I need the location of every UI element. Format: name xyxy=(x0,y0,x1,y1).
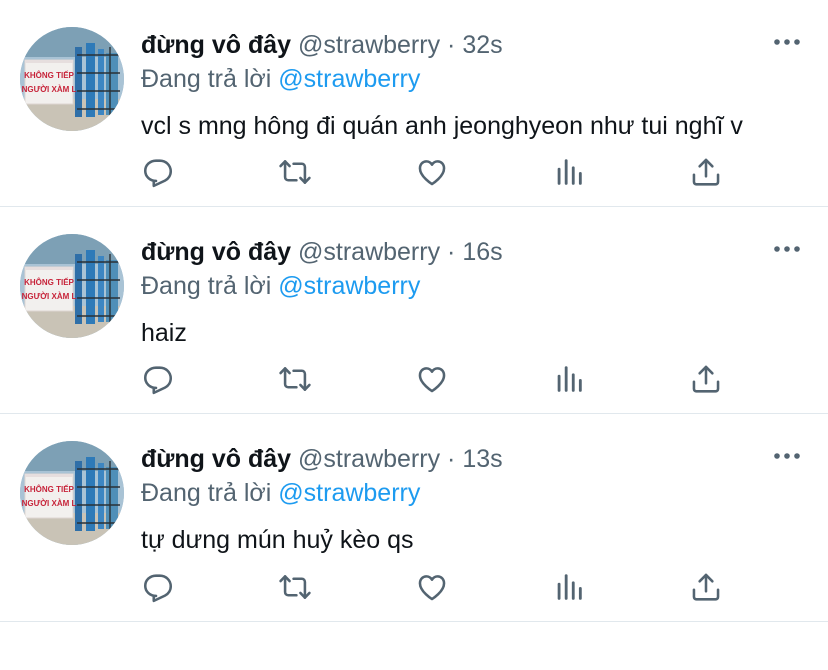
display-name[interactable]: đừng vô đây xyxy=(141,31,291,59)
avatar-image: KHÔNG TIẾP NGƯỜI XÀM L xyxy=(20,27,124,131)
separator-dot: · xyxy=(447,31,456,59)
avatar[interactable]: KHÔNG TIẾP NGƯỜI XÀM L xyxy=(20,234,124,338)
reply-icon xyxy=(141,362,175,396)
timeline: KHÔNG TIẾP NGƯỜI XÀM L đừng vô đây @stra… xyxy=(0,0,828,622)
reply-button[interactable] xyxy=(140,154,176,190)
avatar-sign-line-1: KHÔNG TIẾP xyxy=(24,484,74,494)
mention-link[interactable]: @strawberry xyxy=(278,479,420,507)
like-button[interactable] xyxy=(414,569,450,605)
more-icon[interactable] xyxy=(772,32,802,52)
analytics-button[interactable] xyxy=(551,361,587,397)
retweet-icon xyxy=(278,155,312,189)
tweet-text: haiz xyxy=(141,319,187,347)
analytics-icon xyxy=(552,362,586,396)
timestamp[interactable]: 32s xyxy=(462,31,502,59)
analytics-button[interactable] xyxy=(551,154,587,190)
tweet-header: đừng vô đây @strawberry · 13s xyxy=(141,442,798,476)
like-button[interactable] xyxy=(414,361,450,397)
avatar-sign-line-2: NGƯỜI XÀM L xyxy=(22,292,77,301)
tweet[interactable]: KHÔNG TIẾP NGƯỜI XÀM L đừng vô đây @stra… xyxy=(0,414,828,622)
tweet-text: tự dưng mún huỷ kèo qs xyxy=(141,526,414,554)
avatar-image: KHÔNG TIẾP NGƯỜI XÀM L xyxy=(20,234,124,338)
mention-link[interactable]: @strawberry xyxy=(278,65,420,93)
separator-dot: · xyxy=(447,238,456,266)
action-bar xyxy=(140,154,730,190)
reply-button[interactable] xyxy=(140,569,176,605)
avatar-sign-line-1: KHÔNG TIẾP xyxy=(24,70,74,80)
action-bar xyxy=(140,361,730,397)
avatar-image: KHÔNG TIẾP NGƯỜI XÀM L xyxy=(20,441,124,545)
reply-icon xyxy=(141,570,175,604)
timestamp[interactable]: 13s xyxy=(462,445,502,473)
user-handle[interactable]: @strawberry xyxy=(298,31,440,59)
analytics-icon xyxy=(552,155,586,189)
like-button[interactable] xyxy=(414,154,450,190)
analytics-icon xyxy=(552,570,586,604)
action-bar xyxy=(140,569,730,605)
avatar-sign-line-2: NGƯỜI XÀM L xyxy=(22,499,77,508)
display-name[interactable]: đừng vô đây xyxy=(141,238,291,266)
like-icon xyxy=(415,362,449,396)
tweet-content: đừng vô đây @strawberry · 16s Đang trả l… xyxy=(141,235,798,351)
tweet-content: đừng vô đây @strawberry · 32s Đang trả l… xyxy=(141,28,798,144)
like-icon xyxy=(415,155,449,189)
user-handle[interactable]: @strawberry xyxy=(298,445,440,473)
like-icon xyxy=(415,570,449,604)
share-icon xyxy=(689,362,723,396)
avatar-sign-line-1: KHÔNG TIẾP xyxy=(24,277,74,287)
avatar[interactable]: KHÔNG TIẾP NGƯỜI XÀM L xyxy=(20,27,124,131)
retweet-icon xyxy=(278,570,312,604)
retweet-button[interactable] xyxy=(277,361,313,397)
reply-button[interactable] xyxy=(140,361,176,397)
analytics-button[interactable] xyxy=(551,569,587,605)
replying-to: Đang trả lời @strawberry xyxy=(141,476,798,510)
separator-dot: · xyxy=(447,445,456,473)
reply-icon xyxy=(141,155,175,189)
replying-to: Đang trả lời @strawberry xyxy=(141,62,798,96)
replying-prefix: Đang trả lời xyxy=(141,479,272,507)
retweet-button[interactable] xyxy=(277,154,313,190)
tweet-header: đừng vô đây @strawberry · 32s xyxy=(141,28,798,62)
display-name[interactable]: đừng vô đây xyxy=(141,445,291,473)
user-handle[interactable]: @strawberry xyxy=(298,238,440,266)
mention-link[interactable]: @strawberry xyxy=(278,272,420,300)
share-icon xyxy=(689,570,723,604)
replying-to: Đang trả lời @strawberry xyxy=(141,269,798,303)
share-button[interactable] xyxy=(688,569,724,605)
retweet-button[interactable] xyxy=(277,569,313,605)
avatar[interactable]: KHÔNG TIẾP NGƯỜI XÀM L xyxy=(20,441,124,545)
tweet-text: vcl s mng hông đi quán anh jeonghyeon nh… xyxy=(141,112,743,140)
tweet[interactable]: KHÔNG TIẾP NGƯỜI XÀM L đừng vô đây @stra… xyxy=(0,0,828,207)
replying-prefix: Đang trả lời xyxy=(141,272,272,300)
share-icon xyxy=(689,155,723,189)
timestamp[interactable]: 16s xyxy=(462,238,502,266)
more-icon[interactable] xyxy=(772,239,802,259)
tweet-header: đừng vô đây @strawberry · 16s xyxy=(141,235,798,269)
more-icon[interactable] xyxy=(772,446,802,466)
tweet[interactable]: KHÔNG TIẾP NGƯỜI XÀM L đừng vô đây @stra… xyxy=(0,207,828,414)
avatar-sign-line-2: NGƯỜI XÀM L xyxy=(22,85,77,94)
share-button[interactable] xyxy=(688,154,724,190)
retweet-icon xyxy=(278,362,312,396)
tweet-content: đừng vô đây @strawberry · 13s Đang trả l… xyxy=(141,442,798,558)
share-button[interactable] xyxy=(688,361,724,397)
replying-prefix: Đang trả lời xyxy=(141,65,272,93)
